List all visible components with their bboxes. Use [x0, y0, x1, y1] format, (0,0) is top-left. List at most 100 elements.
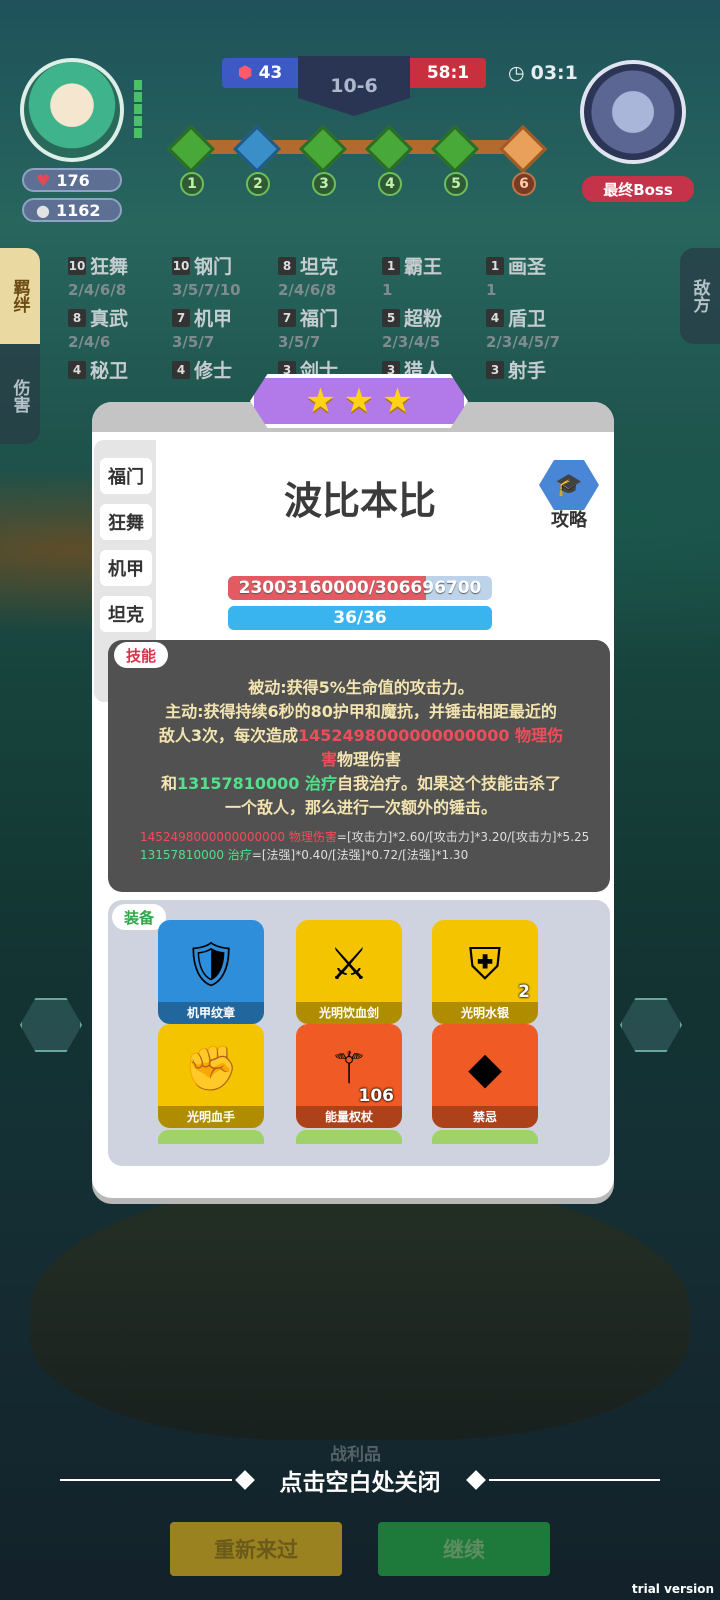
bond-tiers: 3/5/7	[278, 333, 321, 351]
divider	[60, 1479, 232, 1481]
skill-line: 敌人3次，每次造成1452498000000000000 物理伤	[126, 724, 596, 748]
formula-heal: 13157810000 治疗	[140, 848, 252, 862]
bond-name: 狂舞	[90, 256, 129, 278]
mana-bar: 36/36	[228, 606, 492, 630]
bond-name: 修士	[194, 360, 233, 382]
star-icon: ★	[305, 381, 336, 421]
node-num-1: 1	[180, 172, 204, 196]
skill-heal: 13157810000 治疗	[176, 774, 338, 793]
skill-line: 和13157810000 治疗自我治疗。如果这个技能击杀了	[126, 772, 596, 796]
bond-item[interactable]: 1 霸王 1	[382, 252, 492, 299]
bond-name: 钢门	[194, 256, 233, 278]
bond-item[interactable]: 4 秘卫	[68, 356, 178, 383]
bond-count: 3	[486, 360, 504, 379]
diamond-icon	[465, 1470, 486, 1490]
bond-count: 8	[68, 308, 86, 327]
coin-icon: ●	[36, 200, 50, 220]
trait-tag[interactable]: 坦克	[100, 596, 152, 632]
hp-bar: 23003160000/306696700	[228, 576, 492, 600]
bond-tiers: 2/4/6/8	[68, 281, 127, 299]
skill-line: 一个敌人，那么进行一次额外的锤击。	[224, 798, 497, 817]
bond-item[interactable]: 10 狂舞 2/4/6/8	[68, 252, 178, 299]
skill-damage-suffix: 害	[320, 750, 337, 769]
bond-count: 7	[172, 308, 190, 327]
red-score: 58:1	[410, 58, 486, 88]
bond-name: 盾卫	[508, 308, 547, 330]
equip-name: 禁忌	[432, 1106, 538, 1128]
blue-score: ⬢ 43	[222, 58, 298, 88]
bond-item[interactable]: 7 机甲 3/5/7	[172, 304, 282, 351]
equip-name: 光明饮血剑	[296, 1002, 402, 1024]
bond-item[interactable]: 8 坦克 2/4/6/8	[278, 252, 388, 299]
equip-item[interactable]: 🛡 机甲纹章	[158, 920, 264, 1024]
restart-button[interactable]: 重新来过	[170, 1522, 342, 1576]
divider	[488, 1479, 660, 1481]
boss-avatar[interactable]	[580, 60, 686, 164]
trait-tag[interactable]: 福门	[100, 458, 152, 494]
bond-item[interactable]: 8 真武 2/4/6	[68, 304, 178, 351]
bond-tiers: 2/3/4/5	[382, 333, 441, 351]
formula-line: 13157810000 治疗=[法强]*0.40/[法强]*0.72/[法强]*…	[140, 846, 600, 864]
bond-count: 10	[68, 256, 86, 275]
clock-icon: ◷	[508, 62, 525, 84]
coin-value: 1162	[55, 200, 101, 220]
bond-count: 10	[172, 256, 190, 275]
equip-name: 机甲纹章	[158, 1002, 264, 1024]
bond-item[interactable]: 4 盾卫 2/3/4/5/7	[486, 304, 596, 351]
equip-name: 光明水银	[432, 1002, 538, 1024]
equip-item-peek	[296, 1130, 402, 1144]
skill-text: 敌人3次，每次造成	[158, 726, 299, 745]
equip-count: 2	[518, 982, 530, 1002]
tab-damage[interactable]: 伤害	[0, 348, 40, 444]
bond-count: 4	[486, 308, 504, 327]
bond-item[interactable]: 3 射手	[486, 356, 596, 383]
skill-description: 被动:获得5%生命值的攻击力。 主动:获得持续6秒的80护甲和魔抗，并锤击相距最…	[126, 676, 596, 820]
close-hint-text: 点击空白处关闭	[279, 1470, 441, 1496]
equip-item[interactable]: ⚚ 106 能量权杖	[296, 1024, 402, 1128]
bond-name: 射手	[508, 360, 547, 382]
skill-text: 和	[160, 774, 177, 793]
equip-item[interactable]: ✊ 光明血手	[158, 1024, 264, 1128]
bond-name: 秘卫	[90, 360, 129, 382]
trait-tag[interactable]: 狂舞	[100, 504, 152, 540]
formula-expr: =[攻击力]*2.60/[攻击力]*3.20/[攻击力]*5.25	[336, 830, 590, 844]
bond-item[interactable]: 7 福门 3/5/7	[278, 304, 388, 351]
guide-button[interactable]: 🎓 攻略	[536, 460, 602, 531]
bond-name: 福门	[300, 308, 339, 330]
blue-score-value: 43	[258, 63, 283, 83]
bond-tiers: 2/3/4/5/7	[486, 333, 561, 351]
skill-line: 主动:获得持续6秒的80护甲和魔抗，并锤击相距最近的	[165, 702, 557, 721]
equip-item-peek	[432, 1130, 538, 1144]
trait-tag[interactable]: 机甲	[100, 550, 152, 586]
graduation-cap-icon: 🎓	[539, 460, 599, 510]
bond-item[interactable]: 10 钢门 3/5/7/10	[172, 252, 282, 299]
star-ribbon: ★ ★ ★	[250, 374, 468, 428]
equip-tag: 装备	[112, 904, 167, 930]
equip-name: 能量权杖	[296, 1106, 402, 1128]
tab-bonds[interactable]: 羁绊	[0, 248, 40, 344]
player-avatar[interactable]	[20, 58, 124, 162]
continue-button[interactable]: 继续	[378, 1522, 550, 1576]
boss-label: 最终Boss	[582, 176, 694, 202]
node-num-6: 6	[512, 172, 536, 196]
equip-item[interactable]: ⚔ 光明饮血剑	[296, 920, 402, 1024]
skill-text: 自我治疗。如果这个技能击杀了	[337, 774, 562, 793]
diamond-icon	[234, 1470, 255, 1490]
timer-value: 03:1	[530, 62, 578, 84]
bond-item[interactable]: 5 超粉 2/3/4/5	[382, 304, 492, 351]
bond-count: 1	[486, 256, 504, 275]
equip-item[interactable]: ⛨ 2 光明水银	[432, 920, 538, 1024]
coin-pill: ● 1162	[22, 198, 122, 222]
equip-item[interactable]: ◆ 禁忌	[432, 1024, 538, 1128]
bond-item[interactable]: 1 画圣 1	[486, 252, 596, 299]
tab-enemy[interactable]: 敌方	[680, 248, 720, 344]
bond-count: 8	[278, 256, 296, 275]
bond-name: 真武	[90, 308, 129, 330]
formula-line: 1452498000000000000 物理伤害=[攻击力]*2.60/[攻击力…	[140, 828, 600, 846]
node-num-5: 5	[444, 172, 468, 196]
shield-icon: ⬢	[237, 63, 253, 83]
hero-name: 波比本比	[283, 479, 436, 523]
close-hint[interactable]: 点击空白处关闭	[60, 1460, 660, 1500]
skill-line: 害物理伤害	[126, 748, 596, 772]
hp-value: 176	[56, 170, 90, 190]
